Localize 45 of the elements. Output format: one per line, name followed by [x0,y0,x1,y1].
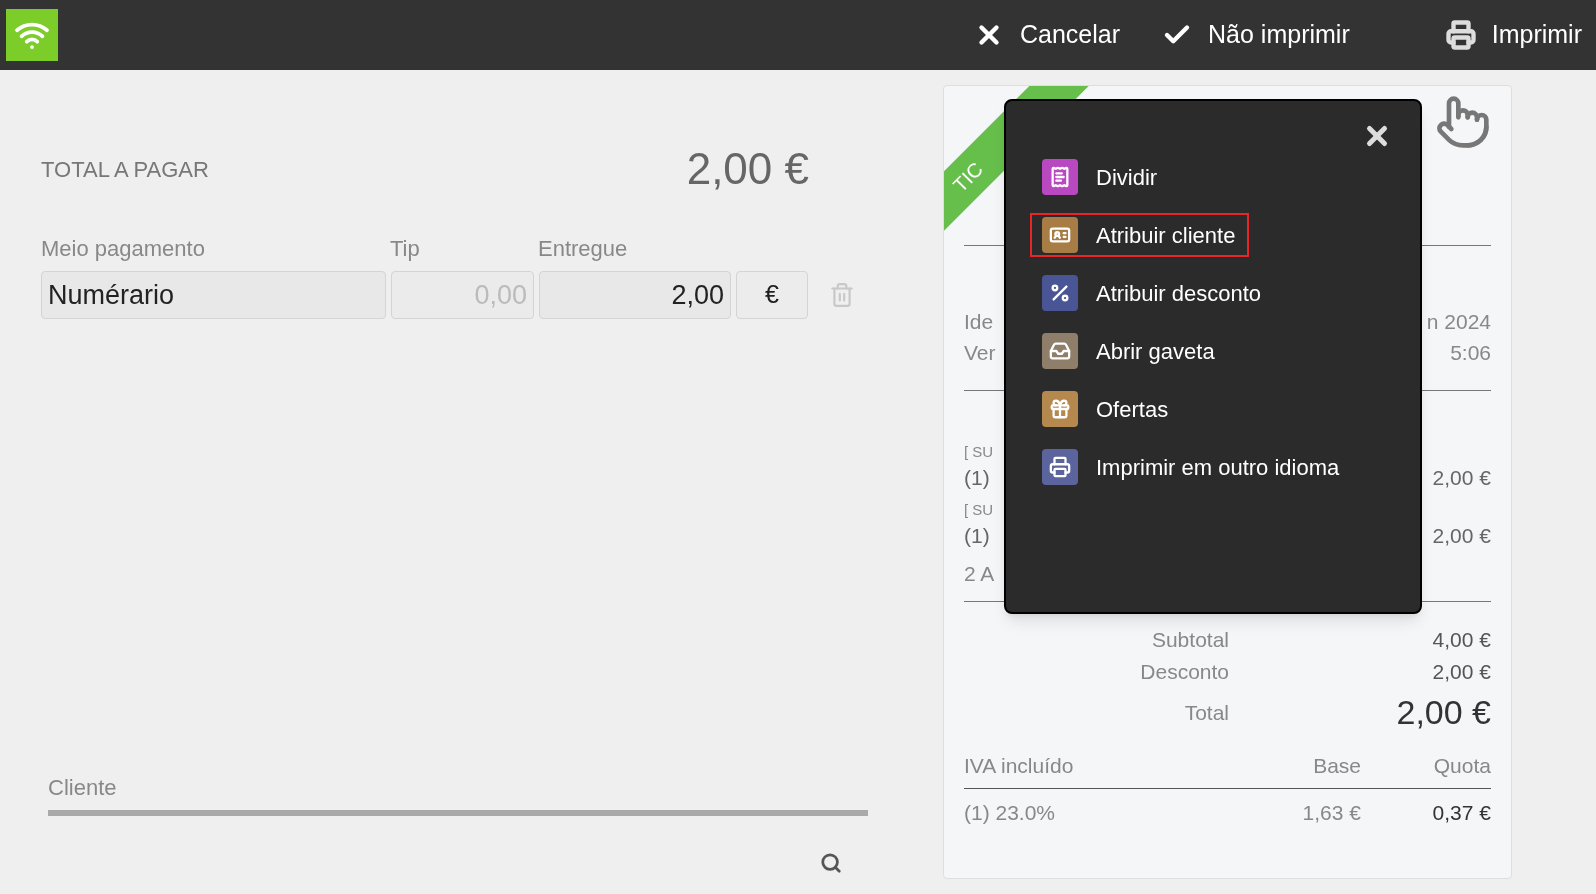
tax-cell-text: 0,37 € [1431,799,1491,826]
info-text: 5:06 [1450,340,1491,366]
printer-icon [1445,20,1476,50]
tax-cell-text: (1) 23.0% [964,799,1057,826]
info-text: n 2024 [1426,309,1491,335]
item-amount: 2,00 € [1432,523,1491,549]
client-label: Cliente [48,774,118,802]
tax-header: Quota [1432,753,1491,779]
item-quantity: (1) [964,465,990,491]
total-row-value: 2,00 € [1431,658,1491,685]
column-label: Entregue [538,235,628,263]
item-text: [ SU [964,500,994,520]
toolbar-button[interactable]: Cancelar [966,10,1129,60]
item-count: 2 A [964,561,996,587]
menu-item[interactable]: Dividir [1030,155,1172,199]
total-row-value: 4,00 € [1431,627,1491,653]
menu-item[interactable]: Abrir gaveta [1030,329,1229,373]
column-label: Tip [390,235,421,263]
ribbon-text: TIC [947,156,989,199]
total-row-label: Desconto [1139,658,1229,685]
search-icon[interactable] [820,852,842,874]
tax-header: Base [1312,753,1361,779]
item-text: [ SU [964,442,994,462]
payment-method-field[interactable]: Numérario [41,271,386,319]
column-label: Meio pagamento [41,235,206,263]
info-text: Ide [964,309,994,335]
total-row-label: Subtotal [1150,627,1229,653]
toolbar-button[interactable]: Imprimir [1437,10,1590,60]
delivered-field[interactable]: 2,00 [539,271,731,319]
total-row-label: Total [1183,699,1229,726]
menu-item[interactable]: Atribuir desconto [1030,271,1276,315]
tax-header: IVA incluído [964,753,1075,779]
total-label: TOTAL A PAGAR [41,155,209,184]
info-text: Ver [964,340,996,366]
currency-button[interactable]: € [736,271,808,319]
toolbar-button[interactable]: Não imprimir [1154,10,1358,60]
menu-item[interactable]: Imprimir em outro idioma [1030,445,1354,489]
total-row-value: 2,00 € [1395,692,1491,733]
hand-pointer-icon[interactable] [1435,94,1491,150]
item-amount: 2,00 € [1432,465,1491,491]
menu-item[interactable]: Atribuir cliente [1030,213,1250,257]
tax-cell-text: 1,63 € [1301,799,1361,826]
total-amount: 2,00 € [686,143,809,195]
menu-item[interactable]: Ofertas [1030,387,1183,431]
item-quantity: (1) [964,523,990,549]
